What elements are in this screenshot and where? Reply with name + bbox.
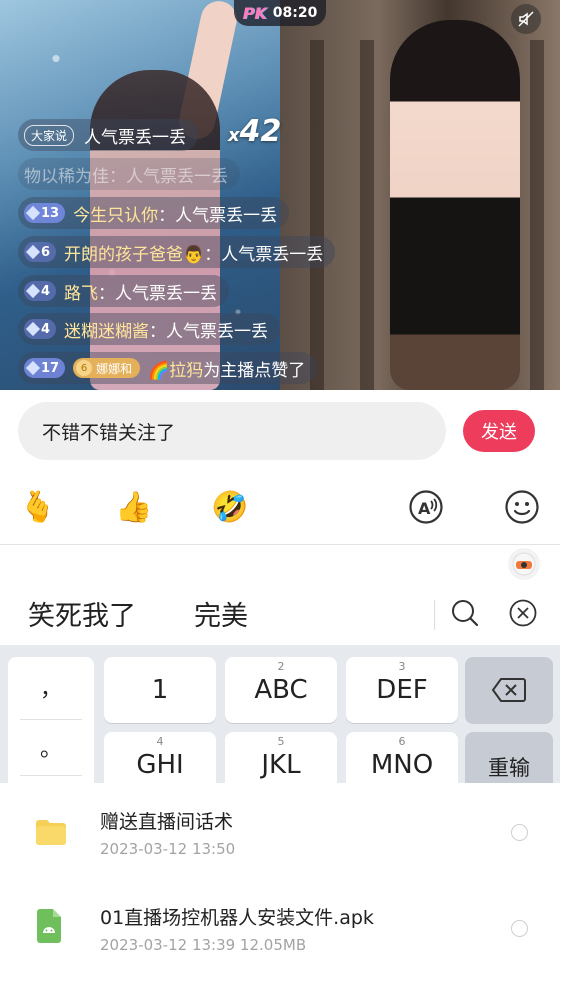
select-radio[interactable]	[511, 824, 528, 841]
send-button[interactable]: 发送	[463, 410, 535, 452]
chat-username[interactable]: 今生只认你	[73, 201, 158, 226]
file-name: 赠送直播间话术	[100, 811, 234, 833]
chat-username: 物以稀为佳	[24, 166, 109, 187]
chat-text: ：人气票丢一丢	[158, 205, 278, 226]
file-name: 01直播场控机器人安装文件.apk	[100, 907, 374, 929]
pk-logo: PK	[242, 3, 267, 23]
file-meta: 2023-03-12 13:39 12.05MB	[100, 936, 307, 954]
separator	[434, 600, 435, 630]
retype-key[interactable]: 重输	[465, 732, 553, 785]
file-meta: 2023-03-12 13:50	[100, 840, 236, 858]
key-4-ghi[interactable]: 4 GHI	[104, 732, 216, 785]
ime-keyboard: ， 。 ？ 1 2ABC 3DEF 4GHI 5JKL 6MNO 重输	[0, 645, 560, 785]
text-style-button[interactable]: A	[404, 485, 448, 529]
select-radio[interactable]	[511, 920, 528, 937]
hint-tag: 大家说	[24, 124, 75, 146]
gem-icon	[25, 321, 41, 337]
gem-icon	[25, 283, 41, 299]
file-item[interactable]: 赠送直播间话术 2023-03-12 13:50	[0, 783, 566, 879]
chat-username[interactable]: 路飞	[64, 279, 98, 304]
emoji-panel-button[interactable]	[500, 485, 544, 529]
chat-text: 人气票丢一丢	[84, 127, 187, 148]
ime-close-button[interactable]	[506, 596, 540, 630]
comment-bar: 发送	[18, 402, 538, 460]
candidate-word[interactable]: 笑死我了	[28, 594, 136, 633]
file-item[interactable]: 01直播场控机器人安装文件.apk 2023-03-12 13:39 12.05…	[0, 879, 566, 975]
chat-text: ：人气票丢一丢	[109, 166, 228, 187]
text-style-icon: A	[409, 490, 443, 524]
chat-message: 物以稀为佳 ：人气票丢一丢	[18, 158, 240, 190]
search-icon	[452, 600, 479, 627]
key-5-jkl[interactable]: 5 JKL	[225, 732, 337, 785]
pk-timer-badge: PK 08:20	[234, 0, 326, 26]
key-6-mno[interactable]: 6 MNO	[346, 732, 458, 785]
smiley-icon	[505, 490, 539, 524]
chat-text: 为主播点赞了	[203, 360, 306, 381]
gem-icon	[25, 360, 41, 376]
punctuation-column[interactable]: ， 。 ？	[8, 657, 94, 785]
user-level-badge: 13	[24, 203, 66, 223]
keyboard-mascot-icon[interactable]	[508, 548, 540, 580]
key-3-def[interactable]: 3 DEF	[346, 657, 458, 723]
close-circle-icon	[509, 599, 537, 627]
backspace-icon	[491, 678, 526, 702]
ime-candidate-bar: 笑死我了 完美	[0, 590, 560, 642]
finger-heart-emoji[interactable]: 🫰	[16, 485, 60, 529]
chat-message: 大家说 人气票丢一丢	[18, 119, 199, 151]
fan-club-badge: 6 娜娜和	[73, 358, 141, 378]
chat-text: ：人气票丢一丢	[204, 244, 324, 265]
speaker-muted-icon	[518, 11, 534, 27]
thumbs-up-emoji[interactable]: 👍	[112, 485, 156, 529]
chat-message: 6 开朗的孩子爸爸👨 ：人气票丢一丢	[18, 236, 336, 268]
gem-icon	[25, 205, 41, 221]
apk-file-icon	[37, 909, 61, 943]
chat-username[interactable]: 🌈拉犸	[148, 356, 203, 381]
candidate-word[interactable]: 完美	[194, 594, 248, 633]
user-level-badge: 4	[24, 281, 57, 301]
folder-icon	[36, 820, 66, 845]
chat-username[interactable]: 迷糊迷糊酱	[64, 317, 149, 342]
ime-search-button[interactable]	[448, 596, 482, 630]
chat-message: 17 6 娜娜和 🌈拉犸 为主播点赞了	[18, 352, 318, 384]
comment-input[interactable]	[18, 402, 446, 460]
chat-message: 4 迷糊迷糊酱 ：人气票丢一丢	[18, 313, 281, 345]
divider	[0, 544, 560, 545]
gift-combo-counter: x42	[228, 114, 282, 149]
mascot-icon	[512, 552, 536, 576]
punct-key[interactable]: ，	[8, 671, 94, 703]
user-level-badge: 6	[24, 242, 57, 262]
punct-key[interactable]: 。	[8, 731, 94, 763]
chat-username[interactable]: 开朗的孩子爸爸👨	[64, 240, 204, 265]
chat-text: ：人气票丢一丢	[98, 283, 218, 304]
pk-timer: 08:20	[272, 5, 318, 21]
user-level-badge: 4	[24, 319, 57, 339]
streamer-right	[390, 20, 520, 390]
key-1[interactable]: 1	[104, 657, 216, 723]
chat-message: 4 路飞 ：人气票丢一丢	[18, 275, 230, 307]
backspace-key[interactable]	[465, 657, 553, 723]
key-2-abc[interactable]: 2 ABC	[225, 657, 337, 723]
user-level-badge: 17	[24, 358, 66, 378]
mute-button[interactable]	[511, 4, 541, 34]
laughing-emoji[interactable]: 🤣	[208, 485, 252, 529]
emoji-toolbar: 🫰 👍 🤣 A	[0, 485, 560, 531]
chat-text: ：人气票丢一丢	[149, 321, 269, 342]
live-video-area[interactable]: PK 08:20 x42 大家说 人气票丢一丢 物以稀为佳 ：人气票丢一丢 13…	[0, 0, 560, 390]
svg-text:A: A	[418, 499, 431, 518]
file-picker-sheet: 赠送直播间话术 2023-03-12 13:50 01直播场控机器人安装文件.a…	[0, 783, 566, 1000]
chat-message: 13 今生只认你 ：人气票丢一丢	[18, 197, 290, 229]
gem-icon	[25, 244, 41, 260]
